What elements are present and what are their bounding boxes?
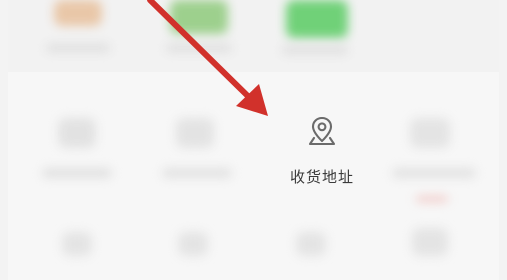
blurred-mid-item-2 <box>176 118 214 148</box>
blurred-top-item-3 <box>286 0 348 38</box>
blurred-top-item-3-label <box>282 46 348 54</box>
blurred-bottom-item-3 <box>296 232 326 256</box>
blurred-mid-item-4-badge <box>416 196 448 202</box>
menu-card: 收货地址 <box>8 0 499 280</box>
location-pin-icon <box>308 116 336 146</box>
blurred-bottom-item-1 <box>62 232 92 256</box>
blurred-mid-item-1-label <box>42 168 112 178</box>
blurred-mid-item-2-label <box>162 168 232 178</box>
app-screen: 收货地址 <box>0 0 507 280</box>
blurred-top-item-2 <box>170 0 228 34</box>
blurred-top-item-1-label <box>46 44 110 52</box>
blurred-top-item-2-label <box>166 44 232 52</box>
shipping-address-button[interactable]: 收货地址 <box>270 104 374 196</box>
blurred-mid-item-4-label <box>392 168 476 178</box>
blurred-mid-item-4 <box>410 118 450 148</box>
blurred-top-item-1 <box>54 0 102 26</box>
blurred-bottom-item-4 <box>412 228 448 256</box>
blurred-mid-item-1 <box>58 118 96 148</box>
shipping-address-label: 收货地址 <box>289 168 354 186</box>
blurred-bottom-item-2 <box>178 232 208 256</box>
